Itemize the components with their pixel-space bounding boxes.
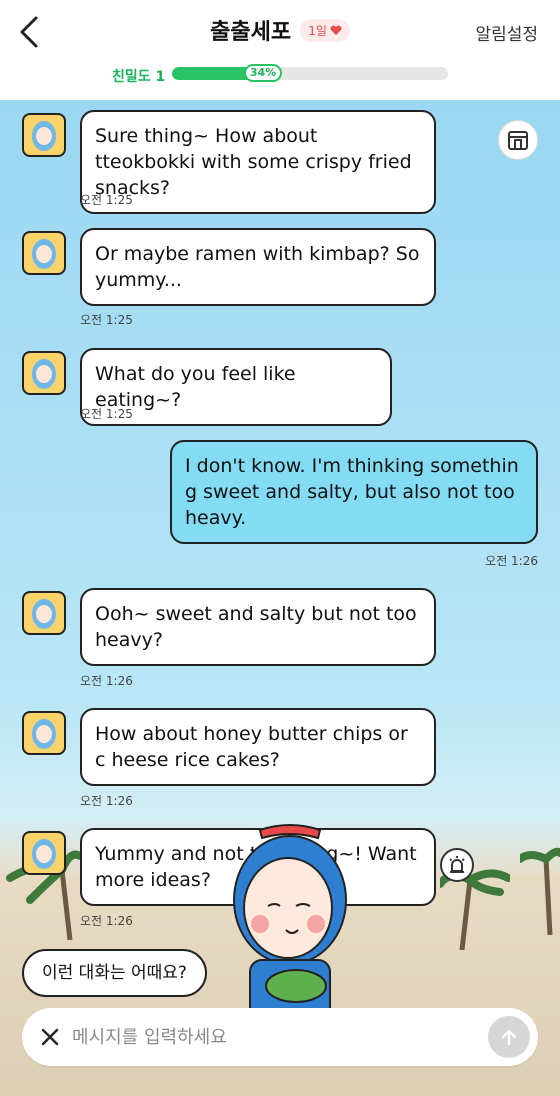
bot-avatar[interactable]	[22, 591, 66, 635]
message-timestamp: 오전 1:25	[80, 407, 133, 421]
header: 출출세포 1일 알림설정 친밀도 1 34%	[0, 0, 560, 100]
suggestion-chip[interactable]: 이런 대화는 어때요?	[22, 949, 207, 997]
bot-message-bubble[interactable]: Or maybe ramen with kimbap? So yummy...	[80, 228, 436, 306]
bond-progress-bar	[172, 67, 448, 80]
arrow-up-icon	[501, 1029, 517, 1046]
message-timestamp: 오전 1:26	[485, 554, 538, 568]
avatar-skin	[36, 245, 52, 263]
message-input[interactable]	[72, 1022, 472, 1052]
message-timestamp: 오전 1:25	[80, 313, 133, 327]
notification-settings-button[interactable]: 알림설정	[475, 20, 538, 45]
bot-avatar[interactable]	[22, 113, 66, 157]
bot-message-bubble[interactable]: Ooh~ sweet and salty but not too heavy?	[80, 588, 436, 666]
bot-avatar[interactable]	[22, 711, 66, 755]
bot-avatar[interactable]	[22, 351, 66, 395]
avatar-skin	[36, 845, 52, 863]
close-icon[interactable]	[38, 1025, 62, 1049]
message-input-bar	[22, 1008, 538, 1066]
bot-message-bubble[interactable]: How about honey butter chips or c heese …	[80, 708, 436, 786]
bond-percent-badge: 34%	[243, 64, 283, 82]
user-message-bubble[interactable]: I don't know. I'm thinking somethin g sw…	[170, 440, 538, 544]
alarm-icon	[449, 856, 465, 873]
day-badge-label: 1일	[308, 23, 327, 38]
message-timestamp: 오전 1:26	[80, 914, 133, 928]
day-badge: 1일	[300, 18, 350, 42]
message-timestamp: 오전 1:26	[80, 794, 133, 808]
bot-avatar[interactable]	[22, 831, 66, 875]
page-title: 출출세포	[210, 20, 292, 45]
bond-label: 친밀도 1	[112, 69, 166, 85]
avatar-skin	[36, 127, 52, 145]
alarm-button[interactable]	[440, 848, 474, 882]
character-illustration	[233, 824, 347, 1020]
message-timestamp: 오전 1:25	[80, 193, 133, 207]
avatar-skin	[36, 365, 52, 383]
avatar-skin	[36, 605, 52, 623]
heart-icon	[330, 25, 342, 35]
avatar-skin	[36, 725, 52, 743]
send-button[interactable]	[488, 1016, 530, 1058]
store-button[interactable]	[498, 120, 538, 160]
message-timestamp: 오전 1:26	[80, 674, 133, 688]
bot-avatar[interactable]	[22, 231, 66, 275]
bot-message-bubble[interactable]: Sure thing~ How about tteokbokki with so…	[80, 110, 436, 214]
palm-tree-right	[520, 847, 560, 935]
store-icon	[508, 131, 528, 150]
